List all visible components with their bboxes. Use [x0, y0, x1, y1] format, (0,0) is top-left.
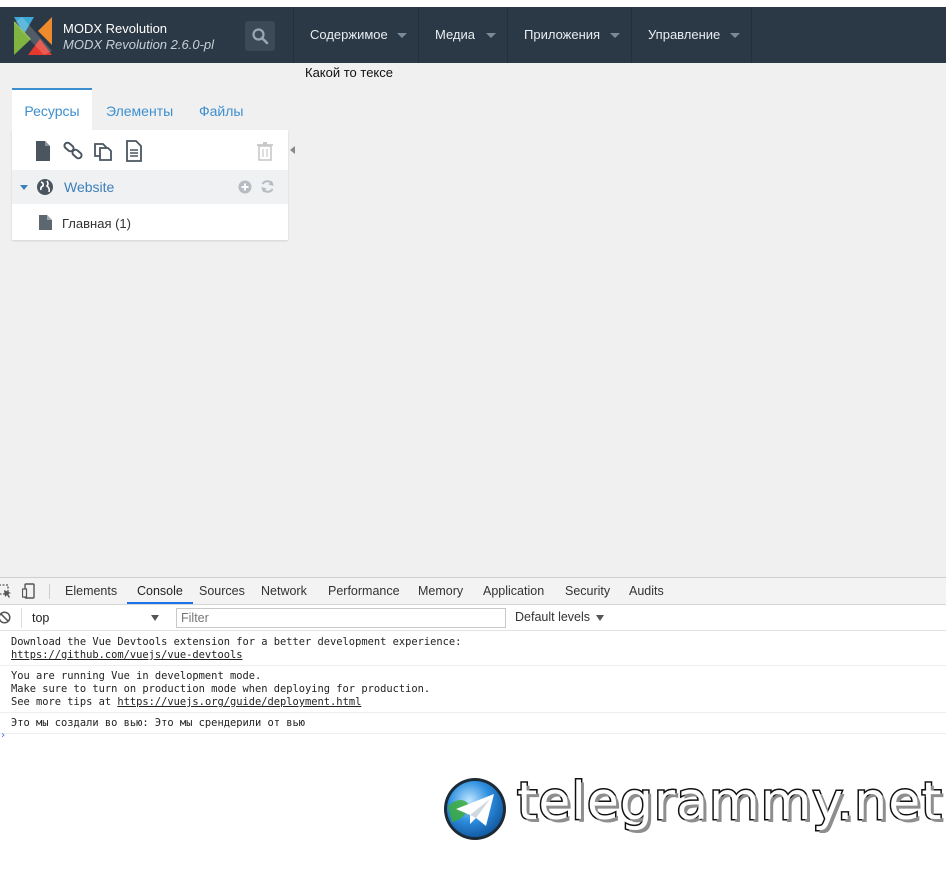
- console-output: Download the Vue Devtools extension for …: [0, 632, 946, 734]
- message-text: See more tips at: [11, 696, 118, 708]
- brand-title: MODX Revolution: [63, 21, 168, 36]
- tree-node-label: Главная (1): [62, 216, 131, 231]
- add-resource-icon[interactable]: [238, 180, 252, 194]
- search-button[interactable]: [245, 21, 275, 51]
- log-levels-dropdown[interactable]: Default levels: [515, 610, 590, 624]
- static-resource-icon[interactable]: [123, 140, 145, 162]
- tree-node-home[interactable]: Главная (1): [12, 204, 288, 240]
- nav-manage[interactable]: Управление: [631, 7, 751, 63]
- symlink-icon[interactable]: [92, 140, 114, 162]
- tab-files[interactable]: Файлы: [199, 88, 243, 130]
- tab-network[interactable]: Network: [261, 578, 307, 604]
- resource-tree-panel: Website Главная (1): [12, 130, 288, 240]
- modx-manager: MODX Revolution MODX Revolution 2.6.0-pl…: [0, 0, 946, 577]
- nav-manage-label: Управление: [648, 27, 721, 42]
- page-text: Какой то тексе: [305, 65, 393, 80]
- expand-caret-icon[interactable]: [20, 185, 28, 190]
- collapse-panel-icon[interactable]: [290, 146, 295, 154]
- watermark-text: telegrammy.net: [516, 771, 944, 834]
- message-text: Download the Vue Devtools extension for …: [11, 636, 462, 648]
- tab-security[interactable]: Security: [565, 578, 610, 604]
- message-link[interactable]: https://github.com/vuejs/vue-devtools: [11, 649, 242, 661]
- message-text: Это мы создали во вью: Это мы срендерили…: [11, 717, 306, 729]
- modx-logo-icon[interactable]: [14, 17, 52, 55]
- nav-extras[interactable]: Приложения: [507, 7, 631, 63]
- weblink-icon[interactable]: [62, 140, 84, 162]
- trash-icon[interactable]: [254, 140, 276, 162]
- tab-sources[interactable]: Sources: [199, 578, 245, 604]
- top-strip: [0, 0, 946, 7]
- tab-elements[interactable]: Элементы: [106, 88, 173, 130]
- tab-application[interactable]: Application: [483, 578, 544, 604]
- brand-version: MODX Revolution 2.6.0-pl: [63, 37, 215, 52]
- document-icon: [39, 215, 52, 230]
- tree-node-website[interactable]: Website: [12, 170, 288, 204]
- context-value: top: [32, 611, 50, 625]
- chevron-down-icon: [730, 33, 740, 38]
- console-toolbar: top Default levels: [0, 606, 946, 631]
- tab-performance[interactable]: Performance: [328, 578, 400, 604]
- context-selector[interactable]: top: [21, 608, 167, 628]
- tab-memory[interactable]: Memory: [418, 578, 463, 604]
- chevron-down-icon: [610, 33, 620, 38]
- device-toolbar-icon[interactable]: [22, 583, 36, 599]
- console-message: You are running Vue in development mode.…: [0, 666, 946, 713]
- nav-content[interactable]: Содержимое: [293, 7, 418, 63]
- toolbar-divider: [49, 584, 50, 599]
- new-document-icon[interactable]: [32, 140, 54, 162]
- header-divider: [751, 7, 752, 63]
- message-text: You are running Vue in development mode.: [11, 670, 262, 682]
- filter-input[interactable]: [176, 608, 506, 628]
- chevron-down-icon: [596, 615, 604, 621]
- console-message: Download the Vue Devtools extension for …: [0, 632, 946, 666]
- console-message: Это мы создали во вью: Это мы срендерили…: [0, 713, 946, 734]
- chevron-down-icon: [486, 33, 496, 38]
- inspect-element-icon[interactable]: [0, 584, 12, 598]
- nav-media[interactable]: Медиа: [418, 7, 507, 63]
- chevron-down-icon: [151, 615, 159, 621]
- refresh-icon[interactable]: [260, 179, 275, 194]
- nav-extras-label: Приложения: [524, 27, 601, 42]
- tab-console[interactable]: Console: [127, 578, 193, 604]
- search-icon: [252, 28, 269, 45]
- tree-node-label: Website: [64, 179, 115, 195]
- chevron-down-icon: [397, 33, 407, 38]
- nav-media-label: Медиа: [435, 27, 475, 42]
- globe-icon: [37, 179, 53, 195]
- tab-audits[interactable]: Audits: [629, 578, 664, 604]
- tab-elements[interactable]: Elements: [65, 578, 117, 604]
- devtools-tabbar: Elements Console Sources Network Perform…: [0, 578, 946, 605]
- nav-content-label: Содержимое: [310, 27, 388, 42]
- clear-console-icon[interactable]: [0, 611, 11, 624]
- tree-tabs: Ресурсы Элементы Файлы: [12, 88, 288, 130]
- telegram-logo-icon: [444, 778, 506, 840]
- manager-header: MODX Revolution MODX Revolution 2.6.0-pl…: [0, 7, 946, 63]
- tab-resources[interactable]: Ресурсы: [12, 88, 92, 130]
- message-text: Make sure to turn on production mode whe…: [11, 683, 431, 695]
- console-prompt[interactable]: ›: [0, 730, 6, 741]
- message-link[interactable]: https://vuejs.org/guide/deployment.html: [117, 696, 361, 708]
